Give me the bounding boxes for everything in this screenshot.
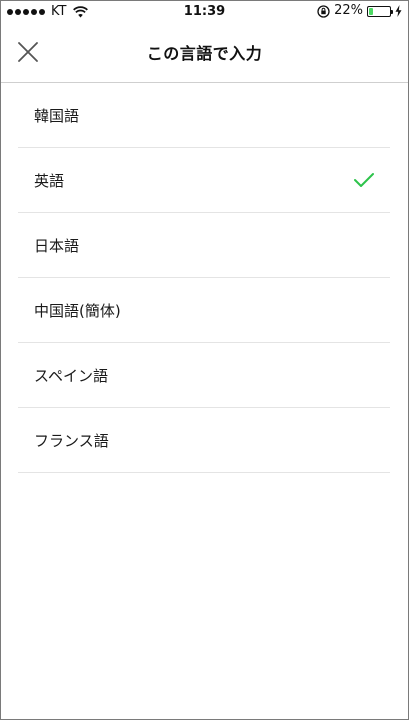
language-label: フランス語 [34, 431, 109, 450]
app-frame: KT 11:39 22% この言語で入力 韓国語 英語 日本語 中国語(簡体) … [0, 0, 409, 720]
language-label: 韓国語 [34, 106, 80, 125]
language-label: スペイン語 [34, 366, 108, 385]
battery-level-fill [369, 7, 373, 15]
status-bar: KT 11:39 22% [1, 1, 408, 23]
language-list: 韓国語英語日本語中国語(簡体) スペイン語フランス語 [1, 83, 408, 473]
page-title: この言語で入力 [146, 44, 263, 63]
language-option[interactable]: 中国語(簡体) [18, 278, 390, 343]
battery-percent: 22% [334, 3, 363, 18]
checkmark-icon [354, 173, 374, 187]
language-label: 英語 [34, 171, 65, 190]
language-option[interactable]: フランス語 [18, 408, 390, 473]
header: この言語で入力 [1, 23, 408, 83]
language-label: 中国語(簡体) [34, 301, 121, 320]
battery-icon [367, 5, 393, 17]
language-option[interactable]: 日本語 [18, 213, 390, 278]
language-option[interactable]: スペイン語 [18, 343, 390, 408]
language-option[interactable]: 英語 [18, 148, 390, 213]
status-right: 22% [317, 4, 402, 18]
language-option[interactable]: 韓国語 [18, 83, 390, 148]
charging-icon [395, 5, 402, 17]
rotation-lock-icon [317, 4, 330, 18]
language-label: 日本語 [34, 236, 80, 255]
